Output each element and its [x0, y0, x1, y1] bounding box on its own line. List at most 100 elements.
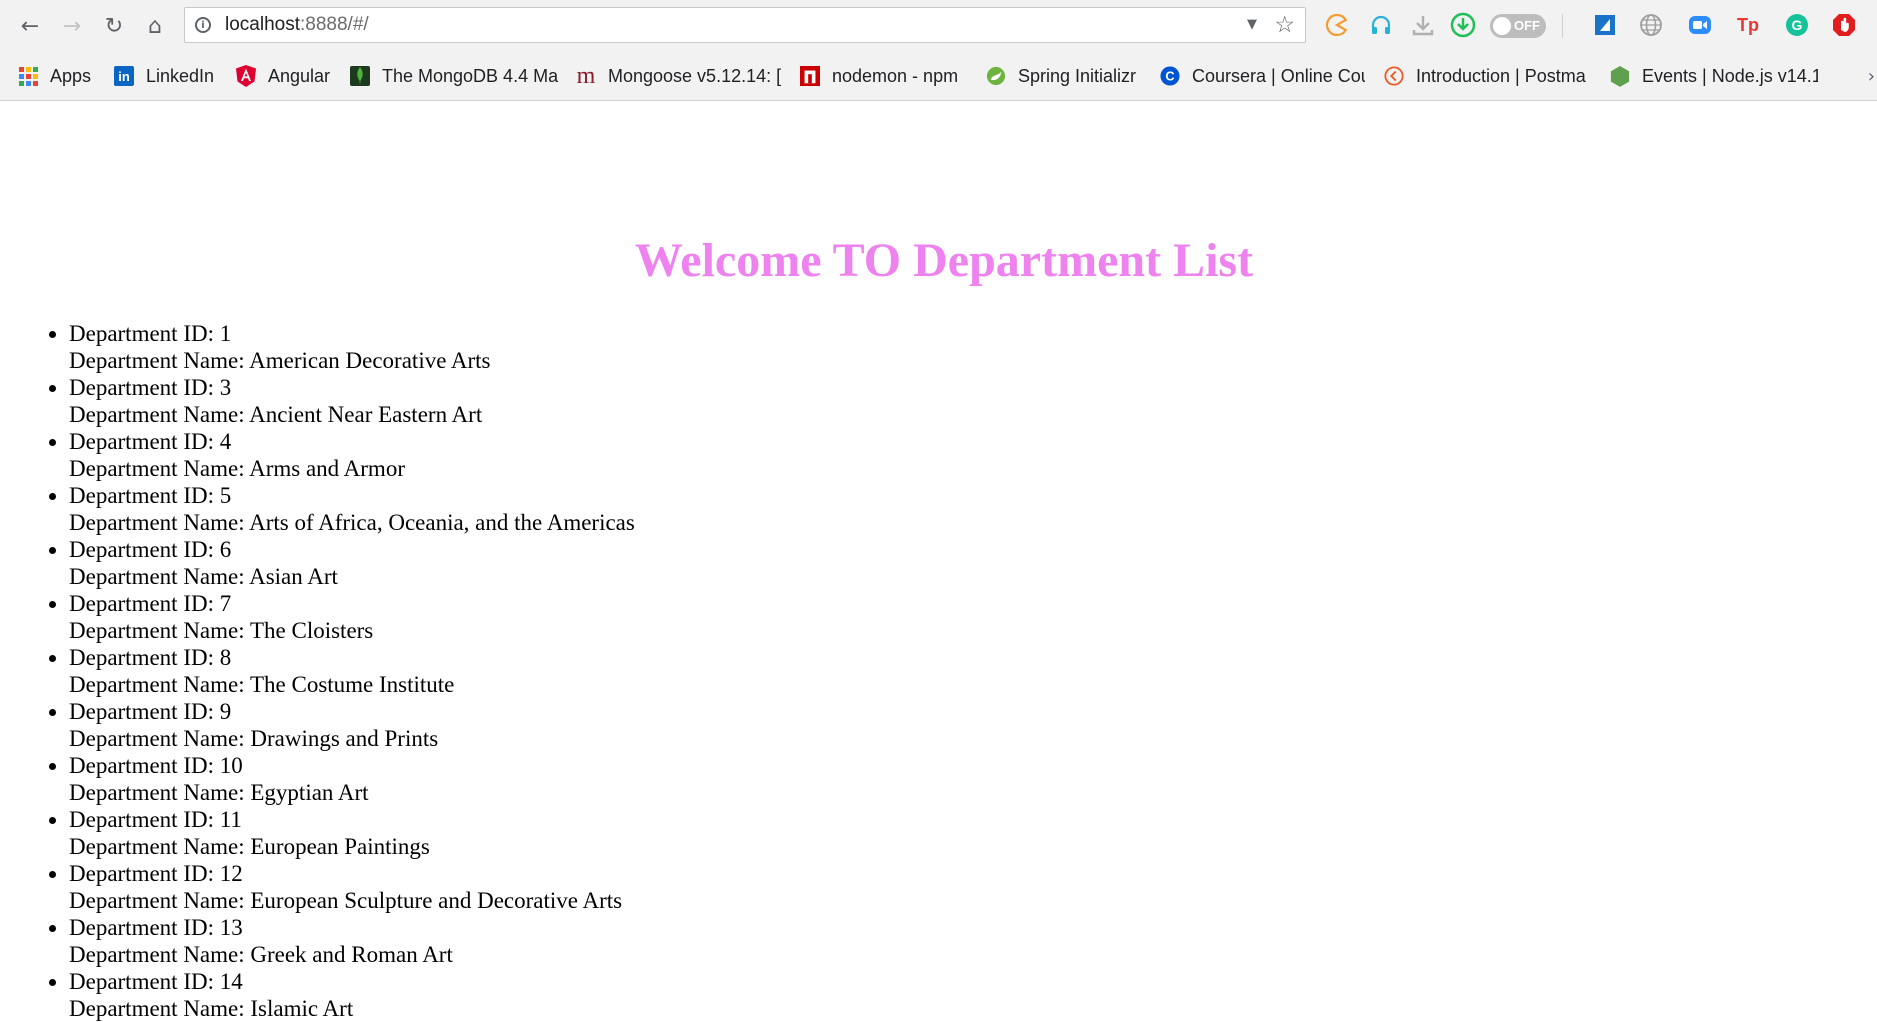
department-id-line: Department ID: 4 — [69, 428, 635, 455]
department-id-value: 11 — [219, 807, 242, 832]
bookmark-postman[interactable]: Introduction | Postma — [1384, 62, 1590, 90]
bookmark-nodemon[interactable]: nodemon - npm — [800, 62, 975, 90]
list-item: Department ID: 9Department Name: Drawing… — [69, 698, 635, 752]
department-name-value: European Sculpture and Decorative Arts — [250, 888, 623, 913]
headphones-icon[interactable] — [1368, 12, 1394, 38]
list-item: Department ID: 1Department Name: America… — [69, 320, 635, 374]
department-id-label: Department ID: — [69, 645, 220, 670]
department-name-value: Drawings and Prints — [250, 726, 439, 751]
bookmark-label: Apps — [50, 65, 92, 86]
reload-icon[interactable]: ↻ — [96, 8, 132, 44]
department-id-line: Department ID: 12 — [69, 860, 635, 887]
mongoose-icon: m — [576, 62, 596, 89]
department-id-line: Department ID: 5 — [69, 482, 635, 509]
bookmark-star-icon[interactable]: ☆ — [1274, 12, 1295, 38]
department-name-label: Department Name: — [69, 402, 250, 427]
department-name-label: Department Name: — [69, 834, 251, 859]
bookmark-label: Angular — [268, 65, 331, 86]
info-icon[interactable]: i — [195, 17, 211, 33]
list-item: Department ID: 5Department Name: Arts of… — [69, 482, 635, 536]
department-id-label: Department ID: — [69, 537, 220, 562]
list-item: Department ID: 7Department Name: The Clo… — [69, 590, 635, 644]
department-id-label: Department ID: — [69, 915, 220, 940]
coursera-icon: C — [1160, 66, 1180, 86]
department-id-line: Department ID: 7 — [69, 590, 635, 617]
department-id-value: 7 — [219, 591, 232, 616]
department-id-value: 6 — [219, 537, 232, 562]
department-id-line: Department ID: 1 — [69, 320, 635, 347]
department-name-value: Arms and Armor — [249, 456, 405, 481]
bookmark-mongoose[interactable]: m Mongoose v5.12.14: [ — [576, 62, 782, 90]
department-name-line: Department Name: European Paintings — [69, 833, 635, 860]
bookmark-spring[interactable]: Spring Initializr — [986, 62, 1143, 90]
toggle-label: OFF — [1514, 18, 1540, 33]
department-id-value: 4 — [219, 429, 232, 454]
address-bar[interactable]: i localhost:8888/#/ ▼ ☆ — [184, 7, 1306, 43]
url-host: localhost — [225, 14, 300, 35]
bookmark-nodejs[interactable]: Events | Node.js v14.1 — [1610, 62, 1818, 90]
bookmarks-overflow-icon[interactable]: › — [1868, 66, 1875, 87]
department-id-value: 10 — [219, 753, 243, 778]
department-name-value: Greek and Roman Art — [250, 942, 453, 967]
department-id-value: 3 — [219, 375, 232, 400]
bookmark-apps[interactable]: Apps — [18, 62, 98, 90]
department-name-line: Department Name: Arts of Africa, Oceania… — [69, 509, 635, 536]
blue-square-icon[interactable] — [1592, 12, 1618, 38]
nodejs-icon — [1610, 66, 1630, 87]
list-item: Department ID: 3Department Name: Ancient… — [69, 374, 635, 428]
linkedin-icon: in — [114, 66, 134, 86]
dropdown-arrow-icon[interactable]: ▼ — [1247, 17, 1257, 32]
department-id-value: 8 — [219, 645, 232, 670]
angular-icon — [236, 65, 256, 87]
zoom-icon[interactable] — [1687, 12, 1713, 38]
department-id-label: Department ID: — [69, 753, 220, 778]
bookmark-coursera[interactable]: C Coursera | Online Cou — [1160, 62, 1365, 90]
green-download-icon[interactable] — [1450, 12, 1476, 38]
department-name-value: Ancient Near Eastern Art — [249, 402, 483, 427]
toggle-switch[interactable]: OFF — [1490, 14, 1546, 38]
department-name-value: Arts of Africa, Oceania, and the America… — [249, 510, 635, 535]
department-id-line: Department ID: 11 — [69, 806, 635, 833]
department-name-label: Department Name: — [69, 672, 250, 697]
department-id-label: Department ID: — [69, 591, 220, 616]
department-name-label: Department Name: — [69, 510, 250, 535]
department-id-line: Department ID: 6 — [69, 536, 635, 563]
list-item: Department ID: 4Department Name: Arms an… — [69, 428, 635, 482]
department-name-value: The Costume Institute — [249, 672, 455, 697]
department-name-label: Department Name: — [69, 888, 251, 913]
spring-icon — [986, 66, 1006, 86]
list-item: Department ID: 10Department Name: Egypti… — [69, 752, 635, 806]
download-icon[interactable] — [1410, 12, 1436, 38]
department-id-value: 9 — [219, 699, 232, 724]
bookmark-angular[interactable]: Angular — [236, 62, 336, 90]
forward-arrow-icon[interactable]: → — [54, 8, 90, 44]
bookmark-label: LinkedIn — [146, 65, 215, 86]
back-arrow-icon[interactable]: ← — [12, 8, 48, 44]
department-name-line: Department Name: Drawings and Prints — [69, 725, 635, 752]
department-id-label: Department ID: — [69, 429, 220, 454]
grammarly-icon[interactable]: G — [1784, 12, 1810, 38]
department-list: Department ID: 1Department Name: America… — [0, 320, 635, 1022]
department-id-line: Department ID: 14 — [69, 968, 635, 995]
department-name-label: Department Name: — [69, 348, 250, 373]
department-name-line: Department Name: Greek and Roman Art — [69, 941, 635, 968]
department-name-line: Department Name: Arms and Armor — [69, 455, 635, 482]
globe-icon[interactable] — [1638, 12, 1664, 38]
list-item: Department ID: 12Department Name: Europe… — [69, 860, 635, 914]
department-id-label: Department ID: — [69, 699, 220, 724]
adblock-icon[interactable] — [1831, 12, 1857, 38]
department-id-label: Department ID: — [69, 807, 220, 832]
bookmark-linkedin[interactable]: in LinkedIn — [114, 62, 218, 90]
pacman-icon[interactable] — [1324, 12, 1350, 38]
apps-grid-icon — [18, 66, 38, 86]
bookmark-mongodb[interactable]: The MongoDB 4.4 Ma — [350, 62, 560, 90]
bookmark-label: nodemon - npm — [832, 65, 959, 86]
department-name-line: Department Name: Egyptian Art — [69, 779, 635, 806]
department-id-value: 14 — [219, 969, 243, 994]
tp-icon[interactable]: Tp — [1735, 12, 1761, 38]
page-title: Welcome TO Department List — [634, 234, 1254, 287]
department-id-value: 12 — [219, 861, 243, 886]
url-text[interactable]: localhost:8888/#/ — [225, 14, 369, 36]
department-id-line: Department ID: 13 — [69, 914, 635, 941]
home-icon[interactable]: ⌂ — [137, 8, 173, 44]
